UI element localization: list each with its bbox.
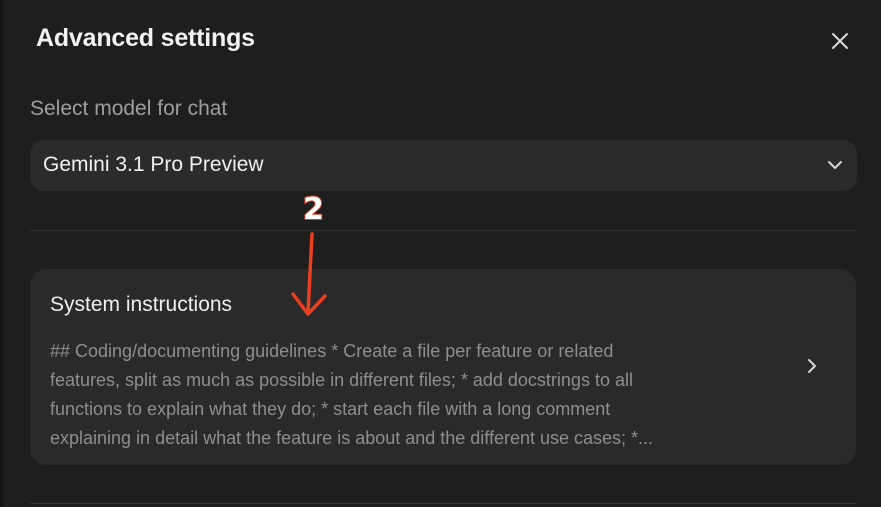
annotation-number: 2 <box>302 191 325 228</box>
system-instructions-line: functions to explain what they do; * sta… <box>50 399 611 419</box>
divider <box>30 230 857 231</box>
system-instructions-line: ## Coding/documenting guidelines * Creat… <box>50 341 614 361</box>
annotation-arrow-icon <box>291 232 327 316</box>
window-edge <box>0 0 3 507</box>
system-instructions-line: features, split as much as possible in d… <box>50 370 633 390</box>
system-instructions-line: explaining in detail what the feature is… <box>50 428 654 448</box>
divider <box>30 503 857 504</box>
system-instructions-card[interactable]: System instructions ## Coding/documentin… <box>30 269 856 465</box>
close-button[interactable] <box>826 27 854 55</box>
dialog-title: Advanced settings <box>36 24 255 52</box>
chevron-right-icon <box>808 359 816 373</box>
system-instructions-preview: ## Coding/documenting guidelines * Creat… <box>50 337 750 453</box>
system-instructions-title: System instructions <box>50 293 233 316</box>
model-select[interactable]: Gemini 3.1 Pro Preview <box>30 140 857 191</box>
chevron-down-icon <box>828 161 842 169</box>
model-select-value: Gemini 3.1 Pro Preview <box>43 153 264 176</box>
advanced-settings-dialog: Advanced settings Select model for chat … <box>0 0 881 507</box>
close-icon <box>832 33 848 49</box>
model-select-label: Select model for chat <box>30 97 228 120</box>
